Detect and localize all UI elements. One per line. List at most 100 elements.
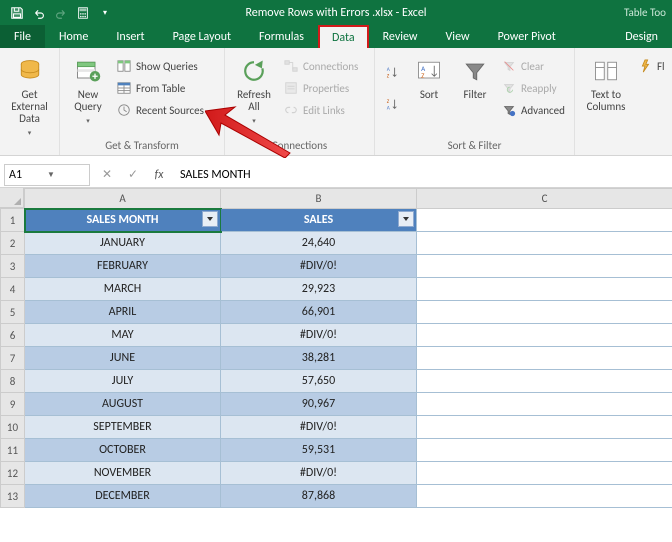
flash-fill-button[interactable]: Fl [637, 55, 665, 77]
group-label-external [6, 139, 53, 155]
row-header[interactable]: 2 [1, 232, 25, 255]
cell[interactable]: 66,901 [221, 301, 417, 324]
cell[interactable]: OCTOBER [25, 439, 221, 462]
text-to-columns-button[interactable]: Text to Columns [581, 51, 631, 113]
cell[interactable]: NOVEMBER [25, 462, 221, 485]
properties-button[interactable]: Properties [283, 77, 358, 99]
recent-sources-button[interactable]: Recent Sources [116, 99, 204, 121]
tab-review[interactable]: Review [369, 25, 432, 48]
new-query-button[interactable]: New Query ▾ [66, 51, 110, 127]
row-header[interactable]: 4 [1, 278, 25, 301]
save-icon[interactable] [6, 2, 28, 24]
row-header[interactable]: 9 [1, 393, 25, 416]
cell[interactable]: APRIL [25, 301, 221, 324]
cell[interactable]: 90,967 [221, 393, 417, 416]
row-header[interactable]: 5 [1, 301, 25, 324]
cell[interactable]: #DIV/0! [221, 462, 417, 485]
tab-design[interactable]: Design [611, 25, 672, 48]
customize-qa-icon[interactable]: ▾ [94, 2, 116, 24]
cell[interactable]: JULY [25, 370, 221, 393]
row-header[interactable]: 10 [1, 416, 25, 439]
advanced-button[interactable]: Advanced [501, 99, 565, 121]
tab-file[interactable]: File [0, 25, 45, 48]
insert-function-button[interactable]: fx [146, 164, 172, 186]
cancel-formula-button[interactable]: ✕ [94, 164, 120, 186]
formula-value[interactable]: SALES MONTH [172, 168, 251, 182]
row-header[interactable]: 7 [1, 347, 25, 370]
row-header[interactable]: 13 [1, 485, 25, 508]
row-header[interactable]: 11 [1, 439, 25, 462]
edit-links-button[interactable]: Edit Links [283, 99, 358, 121]
cell[interactable] [417, 209, 672, 232]
filter-button[interactable]: Filter [455, 51, 495, 101]
cell[interactable] [417, 485, 672, 508]
clear-button[interactable]: Clear [501, 55, 565, 77]
sort-button[interactable]: AZ Sort [409, 51, 449, 101]
cell[interactable] [417, 278, 672, 301]
cell[interactable]: #DIV/0! [221, 255, 417, 278]
row-header[interactable]: 3 [1, 255, 25, 278]
cell[interactable] [417, 301, 672, 324]
get-external-data-button[interactable]: Get External Data ▾ [6, 51, 53, 139]
cell[interactable]: 29,923 [221, 278, 417, 301]
cell[interactable]: FEBRUARY [25, 255, 221, 278]
from-table-button[interactable]: From Table [116, 77, 204, 99]
cell[interactable]: SEPTEMBER [25, 416, 221, 439]
cell[interactable]: #DIV/0! [221, 416, 417, 439]
row-header[interactable]: 12 [1, 462, 25, 485]
cell[interactable]: 87,868 [221, 485, 417, 508]
sort-desc-button[interactable]: ZA [384, 89, 400, 119]
tab-formulas[interactable]: Formulas [245, 25, 318, 48]
filter-dropdown-icon[interactable] [202, 211, 218, 227]
col-header-b[interactable]: B [221, 189, 417, 209]
cell[interactable]: JUNE [25, 347, 221, 370]
cell[interactable]: MAY [25, 324, 221, 347]
cell[interactable]: AUGUST [25, 393, 221, 416]
show-queries-button[interactable]: Show Queries [116, 55, 204, 77]
cell[interactable] [417, 462, 672, 485]
cell[interactable] [417, 439, 672, 462]
cell[interactable]: 24,640 [221, 232, 417, 255]
chevron-down-icon[interactable]: ▼ [47, 170, 85, 180]
tab-insert[interactable]: Insert [102, 25, 158, 48]
refresh-all-button[interactable]: Refresh All ▾ [231, 51, 277, 127]
reapply-button[interactable]: Reapply [501, 77, 565, 99]
col-header-a[interactable]: A [25, 189, 221, 209]
spreadsheet-grid[interactable]: A B C 1 SALES MONTH SALES 2JANUARY24,640… [0, 188, 672, 508]
cell[interactable]: MARCH [25, 278, 221, 301]
cell[interactable]: #DIV/0! [221, 324, 417, 347]
table-row: 4MARCH29,923 [1, 278, 672, 301]
tab-view[interactable]: View [432, 25, 484, 48]
tab-page-layout[interactable]: Page Layout [159, 25, 245, 48]
col-header-c[interactable]: C [417, 189, 672, 209]
redo-icon[interactable] [50, 2, 72, 24]
cell[interactable] [417, 393, 672, 416]
row-header[interactable]: 8 [1, 370, 25, 393]
cell[interactable]: JANUARY [25, 232, 221, 255]
tab-data[interactable]: Data [318, 25, 369, 48]
filter-dropdown-icon[interactable] [398, 211, 414, 227]
cell[interactable] [417, 232, 672, 255]
enter-formula-button[interactable]: ✓ [120, 164, 146, 186]
undo-icon[interactable] [28, 2, 50, 24]
tab-power-pivot[interactable]: Power Pivot [484, 25, 570, 48]
cell[interactable] [417, 416, 672, 439]
cell[interactable] [417, 324, 672, 347]
table-header-cell[interactable]: SALES [221, 209, 417, 232]
name-box[interactable]: A1 ▼ [4, 164, 90, 186]
row-header[interactable]: 6 [1, 324, 25, 347]
cell[interactable] [417, 347, 672, 370]
select-all-button[interactable] [0, 188, 24, 208]
cell[interactable] [417, 255, 672, 278]
cell[interactable]: 57,650 [221, 370, 417, 393]
table-header-cell[interactable]: SALES MONTH [25, 209, 221, 232]
cell[interactable] [417, 370, 672, 393]
cell[interactable]: 38,281 [221, 347, 417, 370]
tab-home[interactable]: Home [45, 25, 102, 48]
cell[interactable]: DECEMBER [25, 485, 221, 508]
row-header[interactable]: 1 [1, 209, 25, 232]
sort-asc-button[interactable]: AZ [384, 57, 400, 87]
cell[interactable]: 59,531 [221, 439, 417, 462]
connections-button[interactable]: Connections [283, 55, 358, 77]
calculator-icon[interactable] [72, 2, 94, 24]
